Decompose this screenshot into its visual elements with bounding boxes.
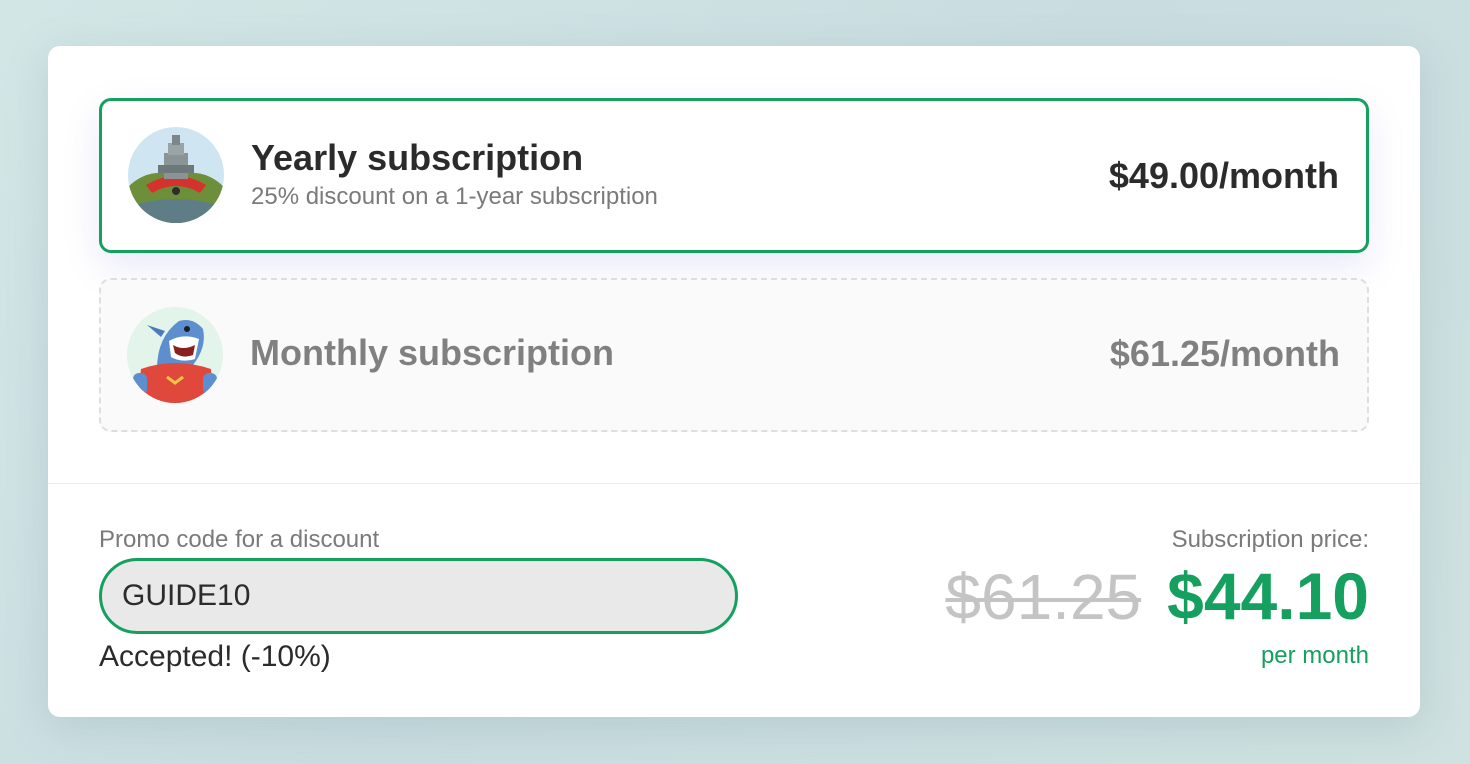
promo-status-message: Accepted! (-10%) bbox=[99, 640, 331, 673]
plan-text: Monthly subscription bbox=[250, 332, 614, 374]
plan-price: $61.25/month bbox=[1109, 333, 1340, 374]
subscription-price-label: Subscription price: bbox=[1171, 526, 1369, 553]
plan-title: Yearly subscription bbox=[251, 137, 584, 178]
shark-avatar-icon bbox=[127, 307, 223, 403]
subscription-card: Yearly subscription 25% discount on a 1-… bbox=[48, 46, 1420, 717]
robot-avatar-icon bbox=[128, 127, 224, 223]
price-period: per month bbox=[1260, 642, 1369, 669]
plan-text: Yearly subscription 25% discount on a 1-… bbox=[251, 137, 658, 211]
plan-option-yearly[interactable]: Yearly subscription 25% discount on a 1-… bbox=[99, 98, 1369, 253]
plan-price: $49.00/month bbox=[1108, 155, 1339, 196]
plan-subtitle: 25% discount on a 1-year subscription bbox=[251, 183, 658, 210]
plan-title: Monthly subscription bbox=[250, 332, 614, 373]
promo-code-input[interactable] bbox=[99, 558, 738, 634]
original-price: $61.25 bbox=[945, 561, 1142, 633]
section-divider bbox=[48, 483, 1420, 484]
discounted-price: $44.10 bbox=[1167, 559, 1369, 633]
price-summary: $61.25 $44.10 bbox=[945, 558, 1369, 634]
promo-code-label: Promo code for a discount bbox=[99, 526, 380, 553]
plan-option-monthly[interactable]: Monthly subscription $61.25/month bbox=[99, 278, 1369, 432]
